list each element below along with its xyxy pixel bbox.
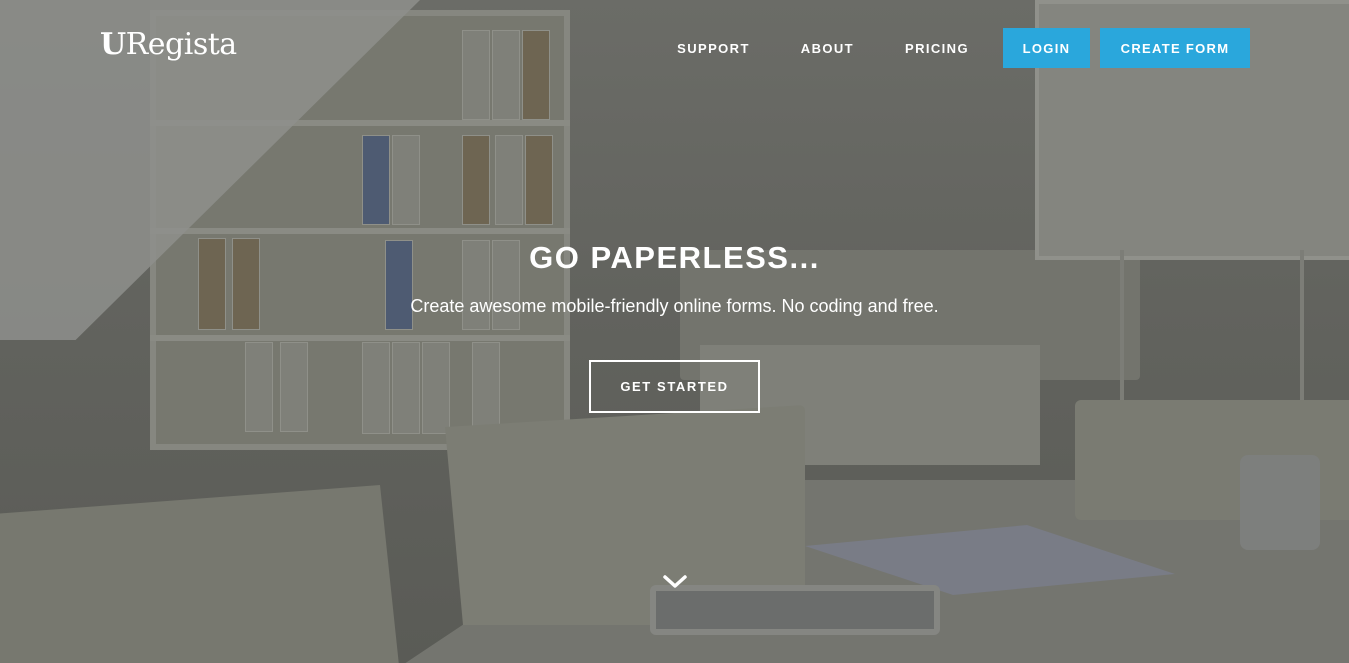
nav-link-support[interactable]: SUPPORT <box>677 41 750 56</box>
binder <box>245 342 273 432</box>
binder <box>422 342 450 434</box>
binder <box>392 135 420 225</box>
create-form-button[interactable]: CREATE FORM <box>1100 28 1250 68</box>
login-button[interactable]: LOGIN <box>1003 28 1090 68</box>
main-nav: SUPPORT ABOUT PRICING LOGIN CREATE FORM <box>677 28 1250 68</box>
binder <box>525 135 553 225</box>
logo-mark: U <box>100 27 126 62</box>
nav-link-about[interactable]: ABOUT <box>801 41 854 56</box>
nav-link-pricing[interactable]: PRICING <box>905 41 969 56</box>
binder <box>462 30 490 120</box>
binder <box>522 30 550 120</box>
binder <box>392 342 420 434</box>
background-glass <box>1240 455 1320 550</box>
hero-subline: Create awesome mobile-friendly online fo… <box>410 296 939 316</box>
binder <box>495 135 523 225</box>
hero-background <box>0 0 1349 663</box>
binder <box>280 342 308 432</box>
get-started-button[interactable]: GET STARTED <box>589 360 760 413</box>
hero-headline: GO PAPERLESS... <box>529 240 820 275</box>
brand-logo[interactable]: U Regista <box>100 27 237 67</box>
shelf-divider <box>150 335 570 341</box>
shelf-divider <box>150 228 570 234</box>
binder <box>472 342 500 434</box>
binder <box>362 135 390 225</box>
binder <box>492 30 520 120</box>
background-chair <box>0 485 400 663</box>
logo-text: Regista <box>125 27 237 62</box>
binder <box>362 342 390 434</box>
chevron-down-icon[interactable] <box>661 571 689 593</box>
binder <box>462 135 490 225</box>
background-tablet <box>650 585 940 635</box>
